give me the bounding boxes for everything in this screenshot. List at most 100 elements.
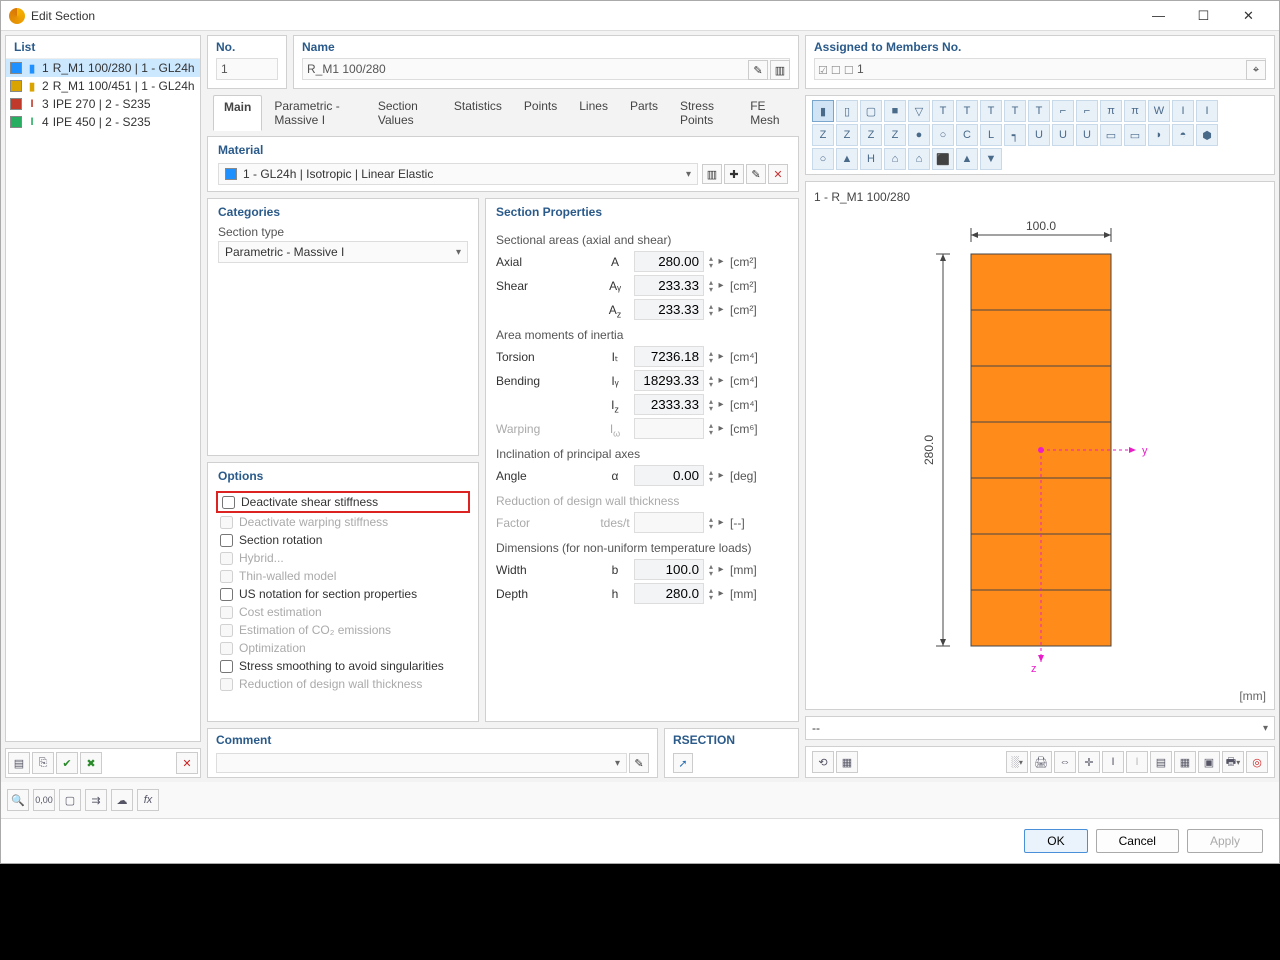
prop-value-input[interactable] (634, 251, 704, 272)
link-arrow-icon[interactable]: ▸ (716, 564, 726, 575)
shape-half-icon[interactable]: ◗ (1148, 124, 1170, 146)
units-icon[interactable]: 0,00 (33, 789, 55, 811)
toolbar-display-icon[interactable]: ░ (1006, 751, 1028, 773)
option-checkbox[interactable] (222, 496, 235, 509)
shape-t1-icon[interactable]: T (932, 100, 954, 122)
shape-v-icon[interactable]: ▽ (908, 100, 930, 122)
spinner-icon[interactable]: ▴▾ (706, 469, 716, 483)
toolbar-mesh-icon[interactable]: ▤ (1150, 751, 1172, 773)
prop-value-input[interactable] (634, 275, 704, 296)
copy-icon[interactable]: ⎘ (32, 752, 54, 774)
cloud-icon[interactable]: ☁ (111, 789, 133, 811)
library-icon[interactable]: ▥ (770, 60, 790, 80)
no-input[interactable] (216, 58, 278, 80)
prop-value-input[interactable] (634, 583, 704, 604)
shape-home-icon[interactable]: ⌂ (884, 148, 906, 170)
shape-u1-icon[interactable]: U (1028, 124, 1050, 146)
shape-i2-icon[interactable]: I (1196, 100, 1218, 122)
prop-value-input[interactable] (634, 394, 704, 415)
material-lib-icon[interactable]: ▥ (702, 164, 722, 184)
tab-main[interactable]: Main (213, 95, 262, 131)
link-arrow-icon[interactable]: ▸ (716, 399, 726, 410)
shape-i1-icon[interactable]: I (1172, 100, 1194, 122)
comment-edit-icon[interactable]: ✎ (629, 753, 649, 773)
shape-t2-icon[interactable]: T (956, 100, 978, 122)
toolbar-target-icon[interactable]: ◎ (1246, 751, 1268, 773)
link-arrow-icon[interactable]: ▸ (716, 351, 726, 362)
prop-value-input[interactable] (634, 370, 704, 391)
material-edit-icon[interactable]: ✎ (746, 164, 766, 184)
tab-stress-points[interactable]: Stress Points (670, 95, 738, 131)
toolbar-reset-view-icon[interactable]: ⟲ (812, 751, 834, 773)
shape-step-icon[interactable]: ┑ (1004, 124, 1026, 146)
toolbar-values-icon[interactable]: ▣ (1198, 751, 1220, 773)
link-arrow-icon[interactable]: ▸ (716, 280, 726, 291)
tab-parametric-massive-i[interactable]: Parametric - Massive I (264, 95, 365, 131)
shape-oct-icon[interactable]: ○ (812, 148, 834, 170)
shape-circle1-icon[interactable]: ● (908, 124, 930, 146)
link-arrow-icon[interactable]: ▸ (716, 470, 726, 481)
shape-bottle-icon[interactable]: ⬛ (932, 148, 954, 170)
list-item[interactable]: I3IPE 270 | 2 - S235 (6, 95, 200, 113)
spinner-icon[interactable]: ▴▾ (706, 255, 716, 269)
spinner-icon[interactable]: ▴▾ (706, 563, 716, 577)
shape-c1-icon[interactable]: C (956, 124, 978, 146)
shape-slot1-icon[interactable]: ▭ (1100, 124, 1122, 146)
prop-value-input[interactable] (634, 465, 704, 486)
material-delete-icon[interactable]: ✕ (768, 164, 788, 184)
option-checkbox[interactable] (220, 588, 233, 601)
spinner-icon[interactable]: ▴▾ (706, 350, 716, 364)
toolbar-i2-icon[interactable]: I (1126, 751, 1148, 773)
list-item[interactable]: ▮2R_M1 100/451 | 1 - GL24h (6, 77, 200, 95)
toolbar-export-icon[interactable]: 🖶 (1222, 751, 1244, 773)
prop-value-input[interactable] (634, 346, 704, 367)
shape-t5-icon[interactable]: T (1028, 100, 1050, 122)
material-new-icon[interactable]: ✚ (724, 164, 744, 184)
shape-home2-icon[interactable]: ⌂ (908, 148, 930, 170)
toolbar-grid-icon[interactable]: ▦ (1174, 751, 1196, 773)
minimize-button[interactable]: — (1136, 2, 1181, 30)
shape-tr2-icon[interactable]: ▲ (956, 148, 978, 170)
link-arrow-icon[interactable]: ▸ (716, 304, 726, 315)
rsection-open-icon[interactable]: ➚ (673, 753, 693, 773)
spinner-icon[interactable]: ▴▾ (706, 587, 716, 601)
spinner-icon[interactable]: ▴▾ (706, 303, 716, 317)
edit-name-icon[interactable]: ✎ (748, 60, 768, 80)
prop-value-input[interactable] (634, 299, 704, 320)
spinner-icon[interactable]: ▴▾ (706, 374, 716, 388)
comment-select[interactable]: ▾ (216, 753, 627, 773)
chevron-down-icon[interactable]: ▾ (1263, 723, 1268, 734)
shape-pi2-icon[interactable]: π (1124, 100, 1146, 122)
shape-hex-icon[interactable]: ⬢ (1196, 124, 1218, 146)
shape-u3-icon[interactable]: U (1076, 124, 1098, 146)
shape-square2-icon[interactable]: ■ (884, 100, 906, 122)
shape-tri1-icon[interactable]: ▲ (836, 148, 858, 170)
shape-t4-icon[interactable]: T (1004, 100, 1026, 122)
fx-icon[interactable]: fx (137, 789, 159, 811)
shape-z4-icon[interactable]: Z (884, 124, 906, 146)
include-icon[interactable]: ✔ (56, 752, 78, 774)
close-button[interactable]: ✕ (1226, 2, 1271, 30)
cancel-button[interactable]: Cancel (1096, 829, 1179, 853)
tab-statistics[interactable]: Statistics (444, 95, 512, 131)
section-type-select[interactable]: Parametric - Massive I ▾ (218, 241, 468, 263)
frame-icon[interactable]: ▢ (59, 789, 81, 811)
shape-l3-icon[interactable]: L (980, 124, 1002, 146)
toolbar-3d-icon[interactable]: ▦ (836, 751, 858, 773)
tab-fe-mesh[interactable]: FE Mesh (740, 95, 793, 131)
shape-pt-icon[interactable]: ▼ (980, 148, 1002, 170)
shape-circle2-icon[interactable]: ○ (932, 124, 954, 146)
shape-pi1-icon[interactable]: π (1100, 100, 1122, 122)
shape-l2-icon[interactable]: ⌐ (1076, 100, 1098, 122)
link-arrow-icon[interactable]: ▸ (716, 375, 726, 386)
option-checkbox[interactable] (220, 534, 233, 547)
delete-icon[interactable]: ✕ (176, 752, 198, 774)
shape-l1-icon[interactable]: ⌐ (1052, 100, 1074, 122)
shape-square-icon[interactable]: ▢ (860, 100, 882, 122)
new-icon[interactable]: ▤ (8, 752, 30, 774)
list-item[interactable]: ▮1R_M1 100/280 | 1 - GL24h (6, 59, 200, 77)
shape-z3-icon[interactable]: Z (860, 124, 882, 146)
tab-parts[interactable]: Parts (620, 95, 668, 131)
tree-icon[interactable]: ⇉ (85, 789, 107, 811)
toolbar-axes-icon[interactable]: ✛ (1078, 751, 1100, 773)
